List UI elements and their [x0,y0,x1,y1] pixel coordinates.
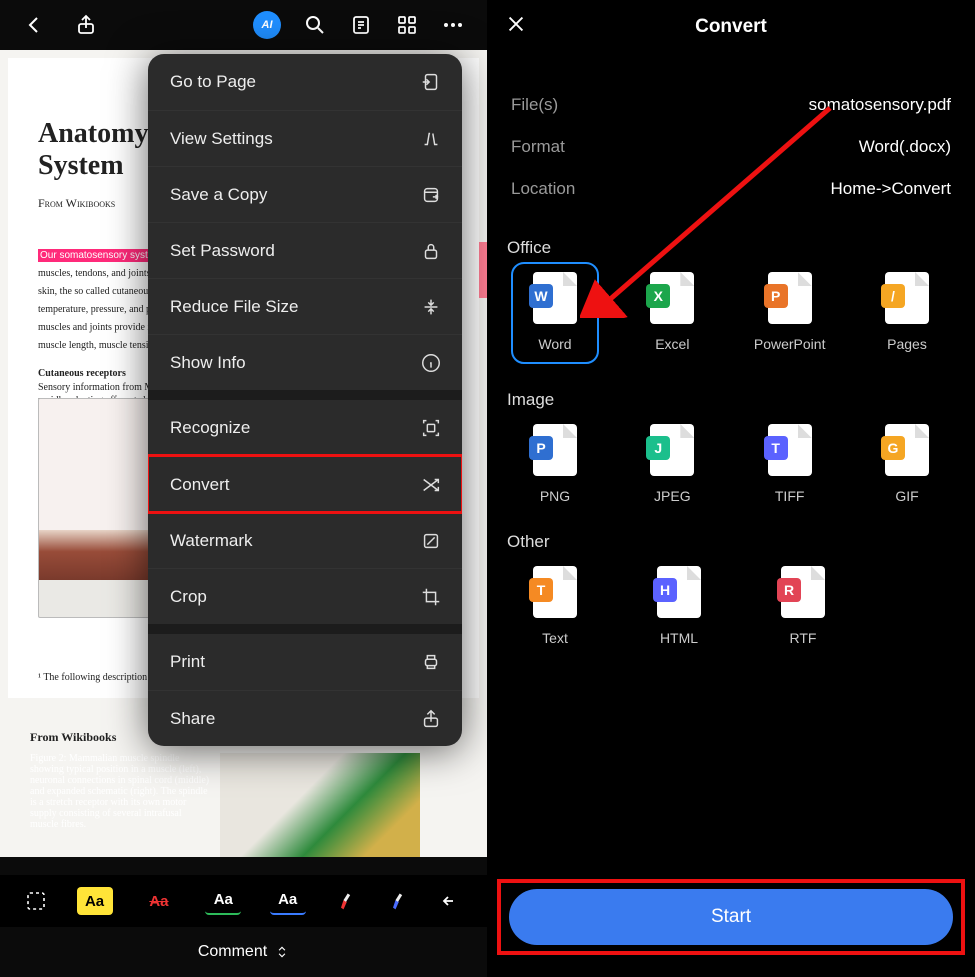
pen-red-icon[interactable] [334,889,358,913]
start-button[interactable]: Start [509,889,953,945]
text-icon: T [533,566,577,618]
underline-tool[interactable]: Aa [205,887,241,915]
format-text[interactable]: T Text [513,566,597,646]
format-png[interactable]: P PNG [513,424,597,504]
strikeout-tool[interactable]: Aa [141,887,177,915]
menu-watermark[interactable]: Watermark [148,512,462,568]
ppt-icon: P [768,272,812,324]
format-pages[interactable]: / Pages [865,272,949,362]
highlight-tool[interactable]: Aa [77,887,113,915]
format-powerpoint[interactable]: P PowerPoint [748,272,832,362]
select-area-icon[interactable] [24,889,48,913]
ai-badge[interactable]: AI [253,11,281,39]
menu-goto-page[interactable]: Go to Page [148,54,462,110]
excel-icon: X [650,272,694,324]
doc-highlight: Our somatosensory system [38,249,164,262]
convert-metadata: File(s) somatosensory.pdf Format Word(.doc… [505,84,957,210]
menu-share[interactable]: Share [148,690,462,746]
meta-format-val: Word(.docx) [859,137,951,157]
format-rtf[interactable]: R RTF [761,566,845,646]
jpeg-icon: J [650,424,694,476]
menu-view-settings[interactable]: View Settings [148,110,462,166]
doc-figure-2-wrap: From Wikibooks Figure 2: Mammalian muscl… [30,730,420,857]
page-list-icon[interactable] [349,13,373,37]
more-icon[interactable] [441,13,465,37]
pdf-viewer-screen: AI Anatomy of the Somatosensory System F… [0,0,487,977]
gif-icon: G [885,424,929,476]
doc-figure-2 [220,753,420,857]
format-tiff[interactable]: T TIFF [748,424,832,504]
share-top-icon[interactable] [74,13,98,37]
section-image: Image [507,390,957,410]
comment-label: Comment [198,943,267,961]
format-html[interactable]: H HTML [637,566,721,646]
meta-location-val: Home->Convert [831,179,951,199]
search-icon[interactable] [303,13,327,37]
png-icon: P [533,424,577,476]
doc-fig2-caption: Figure 2: Mammalian muscle spindle showi… [30,753,210,830]
format-jpeg[interactable]: J JPEG [630,424,714,504]
undo-icon[interactable] [439,889,463,913]
convert-screen: Convert File(s) somatosensory.pdf Format W… [487,0,975,977]
menu-show-info[interactable]: Show Info [148,334,462,390]
format-excel[interactable]: X Excel [630,272,714,362]
menu-crop[interactable]: Crop [148,568,462,624]
pages-icon: / [885,272,929,324]
meta-format-key: Format [511,137,565,157]
convert-title: Convert [535,16,927,38]
annotation-toolbar: Aa Aa Aa Aa [0,875,487,927]
section-office: Office [507,238,957,258]
menu-convert[interactable]: Convert [148,456,462,512]
rtf-icon: R [781,566,825,618]
menu-save-copy[interactable]: Save a Copy [148,166,462,222]
html-icon: H [657,566,701,618]
meta-files-key: File(s) [511,95,558,115]
menu-print[interactable]: Print [148,634,462,690]
format-gif[interactable]: G GIF [865,424,949,504]
menu-reduce-size[interactable]: Reduce File Size [148,278,462,334]
section-other: Other [507,532,957,552]
word-icon: W [533,272,577,324]
comment-button[interactable]: Comment [0,927,487,977]
menu-set-password[interactable]: Set Password [148,222,462,278]
pen-blue-icon[interactable] [386,889,410,913]
back-icon[interactable] [22,13,46,37]
apps-icon[interactable] [395,13,419,37]
top-toolbar: AI [0,0,487,50]
format-word[interactable]: W Word [513,264,597,362]
squiggly-tool[interactable]: Aa [270,887,306,915]
meta-files-val: somatosensory.pdf [809,95,951,115]
menu-recognize[interactable]: Recognize [148,400,462,456]
close-icon[interactable] [505,13,535,41]
overflow-menu: Go to Page View Settings Save a Copy Set… [148,54,462,746]
meta-location-key: Location [511,179,575,199]
tiff-icon: T [768,424,812,476]
